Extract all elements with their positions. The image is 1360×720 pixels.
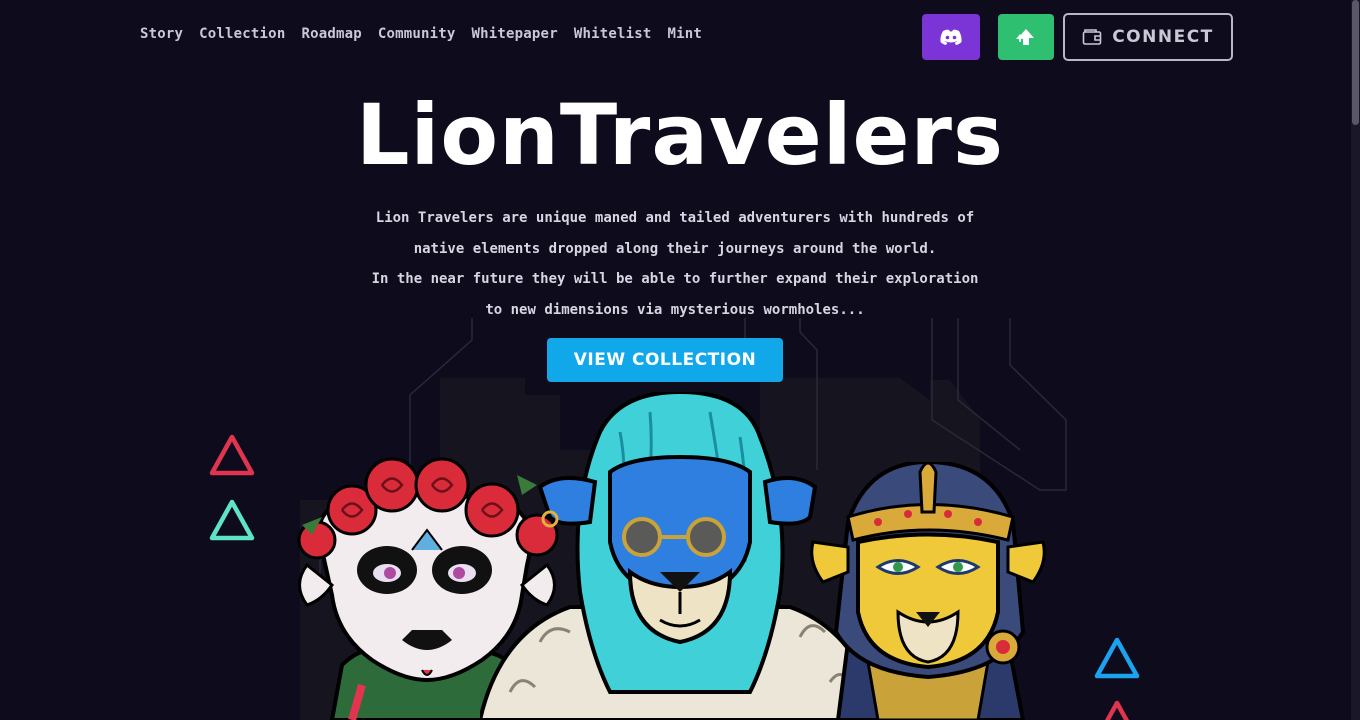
red-triangle-icon xyxy=(209,434,255,476)
discord-button[interactable] xyxy=(922,14,980,60)
nav-whitelist[interactable]: Whitelist xyxy=(574,26,652,42)
red-triangle-icon xyxy=(1104,700,1130,720)
connect-wallet-button[interactable]: CONNECT xyxy=(1063,13,1233,61)
nav-mint[interactable]: Mint xyxy=(668,26,703,42)
view-collection-label: VIEW COLLECTION xyxy=(573,350,757,370)
description-line-1: Lion Travelers are unique maned and tail… xyxy=(375,210,975,257)
teal-triangle-icon xyxy=(209,499,255,541)
opensea-button[interactable] xyxy=(998,14,1054,60)
hero-title: LionTravelers xyxy=(356,86,1004,184)
nav-whitepaper[interactable]: Whitepaper xyxy=(472,26,558,42)
main-nav: Story Collection Roadmap Community White… xyxy=(140,26,702,42)
nav-story[interactable]: Story xyxy=(140,26,183,42)
nav-roadmap[interactable]: Roadmap xyxy=(301,26,361,42)
opensea-arrow-icon xyxy=(1016,29,1034,45)
golden-lion-illustration xyxy=(810,462,1046,720)
nav-community[interactable]: Community xyxy=(378,26,456,42)
blue-triangle-icon xyxy=(1094,637,1140,679)
connect-label: CONNECT xyxy=(1112,27,1214,47)
description-line-2: In the near future they will be able to … xyxy=(371,271,979,318)
view-collection-button[interactable]: VIEW COLLECTION xyxy=(547,338,783,382)
nav-collection[interactable]: Collection xyxy=(199,26,285,42)
hero-description: Lion Travelers are unique maned and tail… xyxy=(360,203,990,325)
discord-icon xyxy=(940,29,962,45)
wallet-icon xyxy=(1082,29,1102,45)
